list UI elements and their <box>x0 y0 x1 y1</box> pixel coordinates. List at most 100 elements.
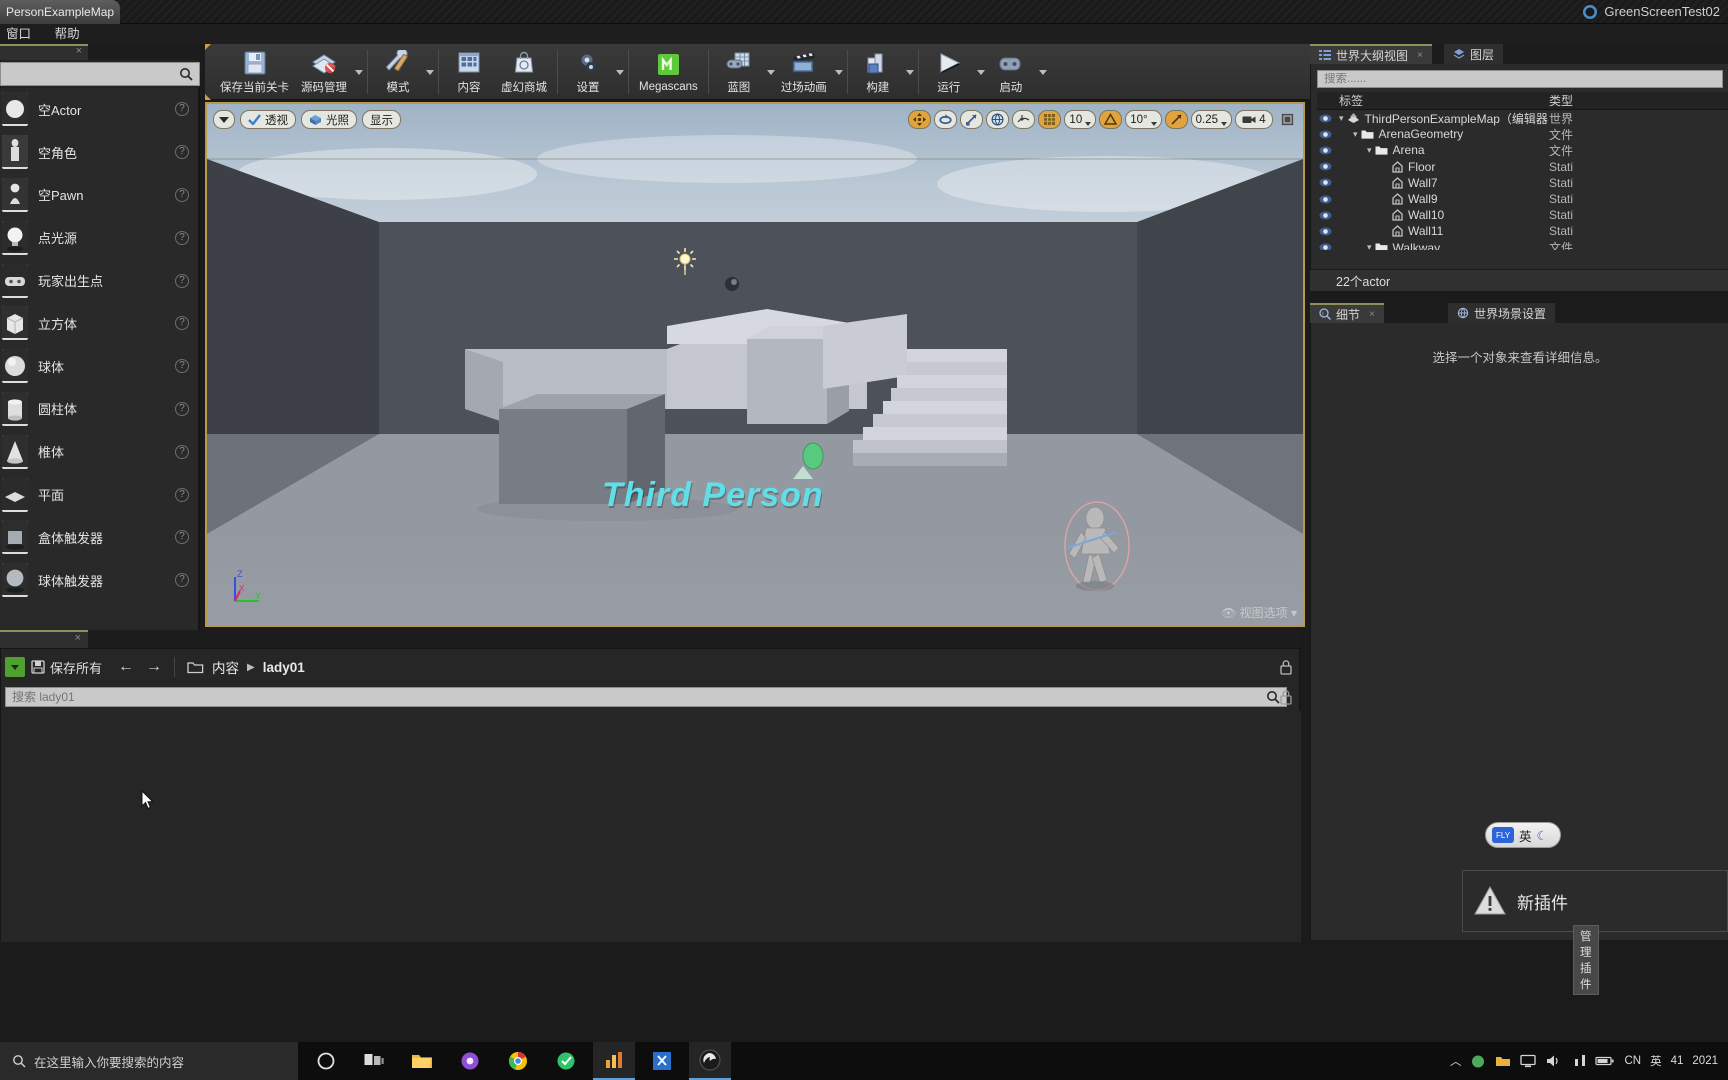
place-actor-item-0[interactable]: 空Actor? <box>0 88 198 131</box>
scale-size-value[interactable]: 0.25 <box>1190 110 1232 129</box>
task-view-icon[interactable] <box>353 1042 395 1080</box>
scale-mode-icon[interactable] <box>960 110 984 129</box>
chevron-down-icon[interactable] <box>616 69 624 75</box>
outliner-row[interactable]: ▾ ThirdPersonExampleMap（编辑器 世界 <box>1317 110 1728 126</box>
content-browser-search[interactable] <box>5 687 1287 707</box>
taskbar-clock[interactable]: 2021 <box>1692 1055 1718 1068</box>
chevron-down-icon[interactable] <box>976 69 985 75</box>
viewport-show-button[interactable]: 显示 <box>362 110 401 129</box>
expander-arrow-icon[interactable]: ▾ <box>1353 129 1358 140</box>
help-icon[interactable]: ? <box>175 273 189 288</box>
viewport-menu-caret-icon[interactable] <box>213 110 235 129</box>
outliner-row[interactable]: Wall7 Stati <box>1317 175 1728 191</box>
visibility-eye-icon[interactable] <box>1317 243 1333 250</box>
tab-details[interactable]: i 细节 × <box>1310 303 1384 323</box>
outliner-row[interactable]: Wall10 Stati <box>1317 207 1728 223</box>
place-actor-item-11[interactable]: 球体触发器? <box>0 559 198 602</box>
search-icon[interactable] <box>1266 690 1280 704</box>
toolbar-save-current-level[interactable]: 保存当前关卡 <box>214 46 295 98</box>
help-icon[interactable]: ? <box>175 487 189 502</box>
visibility-eye-icon[interactable] <box>1317 130 1333 139</box>
visibility-eye-icon[interactable] <box>1317 211 1333 220</box>
chevron-down-icon[interactable] <box>1038 69 1047 75</box>
outliner-row[interactable]: ▾ ArenaGeometry 文件 <box>1317 126 1728 142</box>
ime-lang-label[interactable]: 英 <box>1519 826 1532 845</box>
green-app-icon[interactable] <box>545 1042 587 1080</box>
volume-icon[interactable] <box>1545 1054 1561 1068</box>
save-all-button[interactable]: 保存所有 <box>31 658 102 677</box>
visibility-eye-icon[interactable] <box>1317 162 1333 171</box>
chevron-down-icon[interactable] <box>905 69 914 75</box>
place-actor-item-6[interactable]: 球体? <box>0 345 198 388</box>
content-browser-tab[interactable]: × <box>0 630 88 648</box>
help-icon[interactable]: ? <box>175 187 189 202</box>
lock-icon[interactable] <box>1279 659 1293 675</box>
breadcrumb-item-content[interactable]: 内容 <box>212 657 239 677</box>
place-actors-search[interactable] <box>0 62 200 86</box>
search-icon[interactable] <box>179 67 193 81</box>
translate-mode-icon[interactable] <box>908 110 932 129</box>
place-actor-item-10[interactable]: 盒体触发器? <box>0 516 198 559</box>
level-viewport[interactable]: Third Person 透视 光照 显示 10 10° 0.25 4 Z Y … <box>205 102 1305 627</box>
search-input[interactable] <box>1324 73 1716 85</box>
grid-snap-icon[interactable] <box>1038 110 1062 129</box>
place-actor-item-9[interactable]: 平面? <box>0 473 198 516</box>
outliner-row[interactable]: ▾ Walkway 文件 <box>1317 240 1728 250</box>
manage-plugins-button[interactable]: 管理插件 <box>1573 924 1599 995</box>
outliner-rows[interactable]: ▾ ThirdPersonExampleMap（编辑器 世界 ▾ ArenaGeomet… <box>1317 110 1728 250</box>
menu-item-window[interactable]: 窗口 <box>0 24 41 44</box>
chevron-down-icon[interactable] <box>834 69 843 75</box>
grid-size-value[interactable]: 10 <box>1064 110 1097 129</box>
chevron-up-icon[interactable]: ︿ <box>1450 1053 1462 1069</box>
toolbar-source-control[interactable]: 源码管理 <box>295 46 353 98</box>
rotate-mode-icon[interactable] <box>934 110 958 129</box>
help-icon[interactable]: ? <box>175 401 189 416</box>
tab-world-outliner[interactable]: 世界大纲视图 × <box>1310 44 1432 64</box>
chrome-icon[interactable] <box>497 1042 539 1080</box>
help-icon[interactable]: ? <box>175 530 189 545</box>
folder-icon[interactable] <box>187 660 204 674</box>
outliner-search[interactable] <box>1317 70 1723 88</box>
forward-arrow-icon[interactable]: → <box>146 658 162 676</box>
cortana-circle-icon[interactable] <box>305 1042 347 1080</box>
toolbar-blueprints[interactable]: 蓝图 <box>713 46 765 98</box>
angle-size-value[interactable]: 10° <box>1125 110 1162 129</box>
tray-lang-cn[interactable]: CN <box>1624 1055 1641 1067</box>
expander-arrow-icon[interactable]: ▾ <box>1367 242 1372 250</box>
viewport-options[interactable]: 👁 视图选项 ▾ <box>1221 604 1297 621</box>
tray-lang-ime[interactable]: 英 <box>1650 1053 1662 1069</box>
tray-count-badge[interactable]: 41 <box>1671 1055 1684 1067</box>
chevron-down-icon[interactable] <box>426 69 434 75</box>
place-actor-item-2[interactable]: 空Pawn? <box>0 174 198 217</box>
media-app-icon[interactable] <box>449 1042 491 1080</box>
outliner-row[interactable]: Floor Stati <box>1317 159 1728 175</box>
battery-icon[interactable] <box>1595 1054 1615 1068</box>
outliner-row[interactable]: Wall11 Stati <box>1317 223 1728 239</box>
help-icon[interactable]: ? <box>175 102 189 117</box>
angle-snap-icon[interactable] <box>1099 110 1123 129</box>
lock-icon[interactable] <box>1279 689 1293 705</box>
toolbar-megascans[interactable]: Megascans <box>633 46 704 98</box>
visibility-eye-icon[interactable] <box>1317 227 1333 236</box>
viewport-lit-button[interactable]: 光照 <box>301 110 357 129</box>
place-actor-item-8[interactable]: 椎体? <box>0 430 198 473</box>
help-icon[interactable]: ? <box>175 230 189 245</box>
column-header-label[interactable]: 标签 <box>1317 92 1363 109</box>
toolbar-launch[interactable]: 启动 <box>985 46 1037 98</box>
visibility-eye-icon[interactable] <box>1317 114 1333 123</box>
chevron-down-icon[interactable] <box>766 69 775 75</box>
toolbar-build[interactable]: 构建 <box>852 46 904 98</box>
network-icon[interactable] <box>1570 1054 1586 1068</box>
vs-app-icon[interactable] <box>641 1042 683 1080</box>
unreal-engine-icon[interactable] <box>689 1042 731 1080</box>
visibility-eye-icon[interactable] <box>1317 195 1333 204</box>
help-icon[interactable]: ? <box>175 444 189 459</box>
toolbar-play[interactable]: 运行 <box>923 46 975 98</box>
add-new-caret-icon[interactable] <box>5 657 25 677</box>
orange-chart-app-icon[interactable] <box>593 1042 635 1080</box>
level-tab[interactable]: PersonExampleMap <box>0 0 120 24</box>
search-input[interactable] <box>7 67 179 81</box>
chevron-down-icon[interactable] <box>355 69 363 75</box>
surface-snap-icon[interactable] <box>1012 110 1036 129</box>
close-icon[interactable]: × <box>76 45 82 57</box>
